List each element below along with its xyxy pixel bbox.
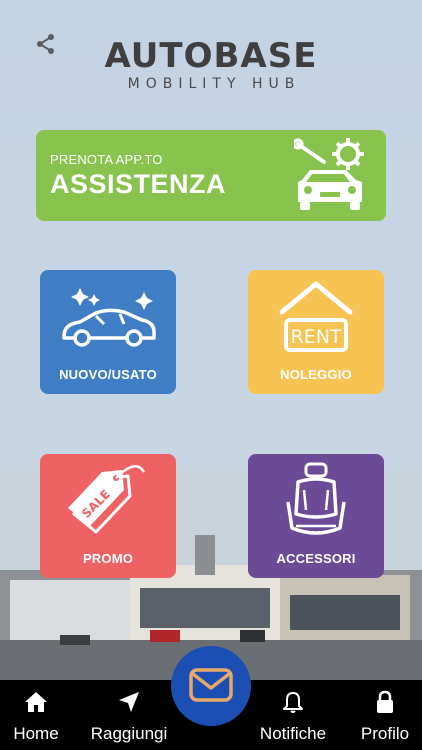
car-seat-icon [286,462,346,535]
accessori-button[interactable]: ACCESSORI [248,454,384,578]
tab-notifiche-label: Notifiche [259,724,327,743]
tab-home-label: Home [13,724,59,743]
nuovo-usato-button[interactable]: NUOVO/USATO [40,270,176,394]
tab-profilo[interactable]: Profilo [352,680,418,750]
assistenza-title: ASSISTENZA [50,169,227,199]
rent-house-icon: RENT [279,281,353,352]
rent-text: RENT [290,326,341,348]
sale-tag-icon: SALE [68,465,146,534]
tab-profilo-label: Profilo [360,724,410,743]
noleggio-button[interactable]: RENT NOLEGGIO [248,270,384,394]
promo-label: PROMO [82,551,134,566]
nuovo-usato-label: NUOVO/USATO [59,367,157,382]
mail-button[interactable] [171,646,251,726]
bell-icon [283,692,303,713]
assistenza-subtitle: PRENOTA APP.TO [50,152,163,167]
noleggio-label: NOLEGGIO [280,367,352,382]
logo-subtitle: MOBILITY HUB [127,76,301,92]
app-logo: AUTOBASE MOBILITY HUB [0,38,422,92]
tab-home[interactable]: Home [4,680,68,750]
car-service-icon [294,138,364,210]
mail-icon [189,668,233,702]
logo-main-text: AUTOBASE [104,36,318,76]
assistenza-button[interactable]: PRENOTA APP.TO ASSISTENZA [36,130,386,221]
app-screen: AUTOBASE MOBILITY HUB PRENOTA APP.TO ASS… [0,0,422,750]
location-arrow-icon [119,692,139,712]
tab-raggiungi-label: Raggiungi [90,724,168,743]
tab-notifiche[interactable]: Notifiche [252,680,334,750]
tab-raggiungi[interactable]: Raggiungi [86,680,172,750]
lock-icon [377,690,393,713]
accessori-label: ACCESSORI [276,551,356,566]
sparkling-car-icon [62,288,156,347]
home-icon [25,692,47,712]
promo-button[interactable]: SALE PROMO [40,454,176,578]
